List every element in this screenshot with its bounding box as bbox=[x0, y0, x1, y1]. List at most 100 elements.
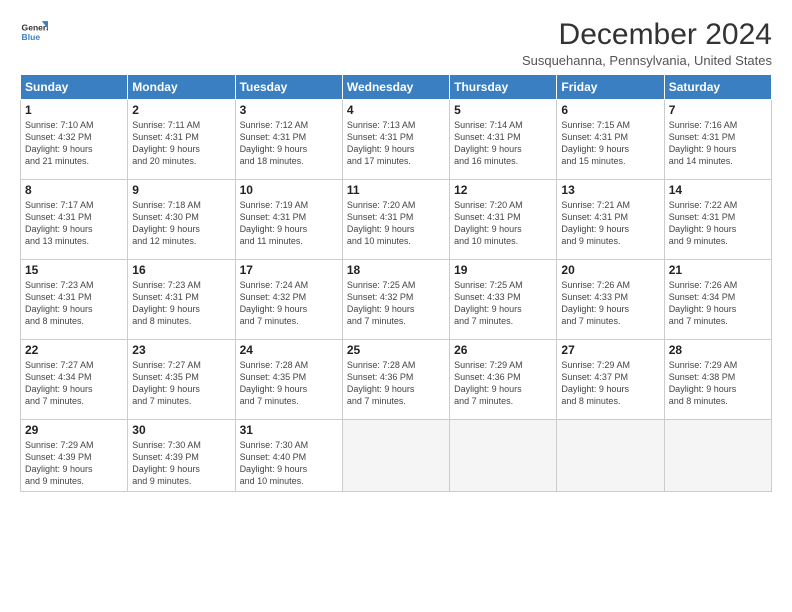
day-number: 23 bbox=[132, 343, 230, 357]
day-info: Sunrise: 7:22 AM Sunset: 4:31 PM Dayligh… bbox=[669, 199, 767, 248]
calendar-day-cell: 21 Sunrise: 7:26 AM Sunset: 4:34 PM Dayli… bbox=[664, 260, 771, 340]
calendar-day-cell bbox=[557, 420, 664, 492]
day-number: 2 bbox=[132, 103, 230, 117]
calendar-day-cell: 30 Sunrise: 7:30 AM Sunset: 4:39 PM Dayli… bbox=[128, 420, 235, 492]
day-of-week-header: Monday bbox=[128, 75, 235, 100]
day-info: Sunrise: 7:18 AM Sunset: 4:30 PM Dayligh… bbox=[132, 199, 230, 248]
calendar-day-cell: 4Sunrise: 7:13 AM Sunset: 4:31 PM Daylig… bbox=[342, 100, 449, 180]
calendar-day-cell: 1 Sunrise: 7:10 AM Sunset: 4:32 PM Daylig… bbox=[21, 100, 128, 180]
calendar-day-cell: 19Sunrise: 7:25 AM Sunset: 4:33 PM Dayli… bbox=[450, 260, 557, 340]
calendar-day-cell bbox=[664, 420, 771, 492]
calendar-day-cell: 9 Sunrise: 7:18 AM Sunset: 4:30 PM Daylig… bbox=[128, 180, 235, 260]
calendar-day-cell: 16 Sunrise: 7:23 AM Sunset: 4:31 PM Dayli… bbox=[128, 260, 235, 340]
day-number: 27 bbox=[561, 343, 659, 357]
day-info: Sunrise: 7:23 AM Sunset: 4:31 PM Dayligh… bbox=[132, 279, 230, 328]
calendar-week-row: 22 Sunrise: 7:27 AM Sunset: 4:34 PM Dayli… bbox=[21, 340, 772, 420]
day-number: 16 bbox=[132, 263, 230, 277]
calendar-day-cell: 27 Sunrise: 7:29 AM Sunset: 4:37 PM Dayli… bbox=[557, 340, 664, 420]
calendar-table: SundayMondayTuesdayWednesdayThursdayFrid… bbox=[20, 74, 772, 492]
day-number: 3 bbox=[240, 103, 338, 117]
day-info: Sunrise: 7:27 AM Sunset: 4:35 PM Dayligh… bbox=[132, 359, 230, 408]
calendar-body: 1 Sunrise: 7:10 AM Sunset: 4:32 PM Daylig… bbox=[21, 100, 772, 492]
calendar-day-cell: 20Sunrise: 7:26 AM Sunset: 4:33 PM Dayli… bbox=[557, 260, 664, 340]
day-info: Sunrise: 7:28 AM Sunset: 4:36 PM Dayligh… bbox=[347, 359, 445, 408]
calendar-day-cell: 13 Sunrise: 7:21 AM Sunset: 4:31 PM Dayli… bbox=[557, 180, 664, 260]
location-subtitle: Susquehanna, Pennsylvania, United States bbox=[522, 53, 772, 68]
calendar-day-cell: 11 Sunrise: 7:20 AM Sunset: 4:31 PM Dayli… bbox=[342, 180, 449, 260]
calendar-day-cell: 18Sunrise: 7:25 AM Sunset: 4:32 PM Dayli… bbox=[342, 260, 449, 340]
day-number: 9 bbox=[132, 183, 230, 197]
title-block: December 2024 Susquehanna, Pennsylvania,… bbox=[522, 18, 772, 68]
day-number: 1 bbox=[25, 103, 123, 117]
calendar-week-row: 8Sunrise: 7:17 AM Sunset: 4:31 PM Daylig… bbox=[21, 180, 772, 260]
day-number: 11 bbox=[347, 183, 445, 197]
day-number: 30 bbox=[132, 423, 230, 437]
day-number: 10 bbox=[240, 183, 338, 197]
month-title: December 2024 bbox=[522, 18, 772, 51]
day-info: Sunrise: 7:25 AM Sunset: 4:32 PM Dayligh… bbox=[347, 279, 445, 328]
day-info: Sunrise: 7:29 AM Sunset: 4:38 PM Dayligh… bbox=[669, 359, 767, 408]
svg-text:General: General bbox=[22, 22, 48, 32]
day-number: 20 bbox=[561, 263, 659, 277]
day-number: 14 bbox=[669, 183, 767, 197]
calendar-day-cell: 24Sunrise: 7:28 AM Sunset: 4:35 PM Dayli… bbox=[235, 340, 342, 420]
day-info: Sunrise: 7:15 AM Sunset: 4:31 PM Dayligh… bbox=[561, 119, 659, 168]
calendar-day-cell: 2 Sunrise: 7:11 AM Sunset: 4:31 PM Daylig… bbox=[128, 100, 235, 180]
day-info: Sunrise: 7:11 AM Sunset: 4:31 PM Dayligh… bbox=[132, 119, 230, 168]
day-info: Sunrise: 7:30 AM Sunset: 4:40 PM Dayligh… bbox=[240, 439, 338, 488]
calendar-day-cell: 5 Sunrise: 7:14 AM Sunset: 4:31 PM Daylig… bbox=[450, 100, 557, 180]
day-number: 26 bbox=[454, 343, 552, 357]
day-number: 7 bbox=[669, 103, 767, 117]
day-info: Sunrise: 7:20 AM Sunset: 4:31 PM Dayligh… bbox=[347, 199, 445, 248]
day-info: Sunrise: 7:23 AM Sunset: 4:31 PM Dayligh… bbox=[25, 279, 123, 328]
calendar-day-cell: 8Sunrise: 7:17 AM Sunset: 4:31 PM Daylig… bbox=[21, 180, 128, 260]
logo-icon: General Blue bbox=[20, 18, 48, 46]
calendar-week-row: 15Sunrise: 7:23 AM Sunset: 4:31 PM Dayli… bbox=[21, 260, 772, 340]
day-info: Sunrise: 7:26 AM Sunset: 4:34 PM Dayligh… bbox=[669, 279, 767, 328]
day-number: 21 bbox=[669, 263, 767, 277]
day-info: Sunrise: 7:29 AM Sunset: 4:37 PM Dayligh… bbox=[561, 359, 659, 408]
day-number: 13 bbox=[561, 183, 659, 197]
day-info: Sunrise: 7:29 AM Sunset: 4:39 PM Dayligh… bbox=[25, 439, 123, 488]
day-number: 4 bbox=[347, 103, 445, 117]
day-of-week-header: Thursday bbox=[450, 75, 557, 100]
calendar-week-row: 29Sunrise: 7:29 AM Sunset: 4:39 PM Dayli… bbox=[21, 420, 772, 492]
calendar-day-cell: 28 Sunrise: 7:29 AM Sunset: 4:38 PM Dayli… bbox=[664, 340, 771, 420]
calendar-day-cell: 29Sunrise: 7:29 AM Sunset: 4:39 PM Dayli… bbox=[21, 420, 128, 492]
day-info: Sunrise: 7:21 AM Sunset: 4:31 PM Dayligh… bbox=[561, 199, 659, 248]
calendar-day-cell: 31 Sunrise: 7:30 AM Sunset: 4:40 PM Dayli… bbox=[235, 420, 342, 492]
day-number: 5 bbox=[454, 103, 552, 117]
day-number: 28 bbox=[669, 343, 767, 357]
day-info: Sunrise: 7:10 AM Sunset: 4:32 PM Dayligh… bbox=[25, 119, 123, 168]
day-info: Sunrise: 7:17 AM Sunset: 4:31 PM Dayligh… bbox=[25, 199, 123, 248]
day-number: 31 bbox=[240, 423, 338, 437]
calendar-day-cell bbox=[450, 420, 557, 492]
day-of-week-header: Sunday bbox=[21, 75, 128, 100]
day-number: 25 bbox=[347, 343, 445, 357]
day-of-week-header: Tuesday bbox=[235, 75, 342, 100]
calendar-day-cell: 23 Sunrise: 7:27 AM Sunset: 4:35 PM Dayli… bbox=[128, 340, 235, 420]
calendar-day-cell: 12 Sunrise: 7:20 AM Sunset: 4:31 PM Dayli… bbox=[450, 180, 557, 260]
day-info: Sunrise: 7:30 AM Sunset: 4:39 PM Dayligh… bbox=[132, 439, 230, 488]
calendar-header-row: SundayMondayTuesdayWednesdayThursdayFrid… bbox=[21, 75, 772, 100]
day-info: Sunrise: 7:14 AM Sunset: 4:31 PM Dayligh… bbox=[454, 119, 552, 168]
calendar-day-cell: 6 Sunrise: 7:15 AM Sunset: 4:31 PM Daylig… bbox=[557, 100, 664, 180]
calendar-day-cell: 22 Sunrise: 7:27 AM Sunset: 4:34 PM Dayli… bbox=[21, 340, 128, 420]
day-info: Sunrise: 7:20 AM Sunset: 4:31 PM Dayligh… bbox=[454, 199, 552, 248]
calendar-week-row: 1 Sunrise: 7:10 AM Sunset: 4:32 PM Daylig… bbox=[21, 100, 772, 180]
day-info: Sunrise: 7:27 AM Sunset: 4:34 PM Dayligh… bbox=[25, 359, 123, 408]
day-info: Sunrise: 7:19 AM Sunset: 4:31 PM Dayligh… bbox=[240, 199, 338, 248]
day-info: Sunrise: 7:24 AM Sunset: 4:32 PM Dayligh… bbox=[240, 279, 338, 328]
calendar-day-cell: 14 Sunrise: 7:22 AM Sunset: 4:31 PM Dayli… bbox=[664, 180, 771, 260]
logo: General Blue bbox=[20, 18, 48, 46]
day-number: 12 bbox=[454, 183, 552, 197]
day-info: Sunrise: 7:16 AM Sunset: 4:31 PM Dayligh… bbox=[669, 119, 767, 168]
calendar-day-cell: 26Sunrise: 7:29 AM Sunset: 4:36 PM Dayli… bbox=[450, 340, 557, 420]
svg-text:Blue: Blue bbox=[22, 32, 41, 42]
day-number: 6 bbox=[561, 103, 659, 117]
calendar-day-cell: 10 Sunrise: 7:19 AM Sunset: 4:31 PM Dayli… bbox=[235, 180, 342, 260]
calendar-day-cell: 15Sunrise: 7:23 AM Sunset: 4:31 PM Dayli… bbox=[21, 260, 128, 340]
day-number: 17 bbox=[240, 263, 338, 277]
day-number: 22 bbox=[25, 343, 123, 357]
day-number: 19 bbox=[454, 263, 552, 277]
